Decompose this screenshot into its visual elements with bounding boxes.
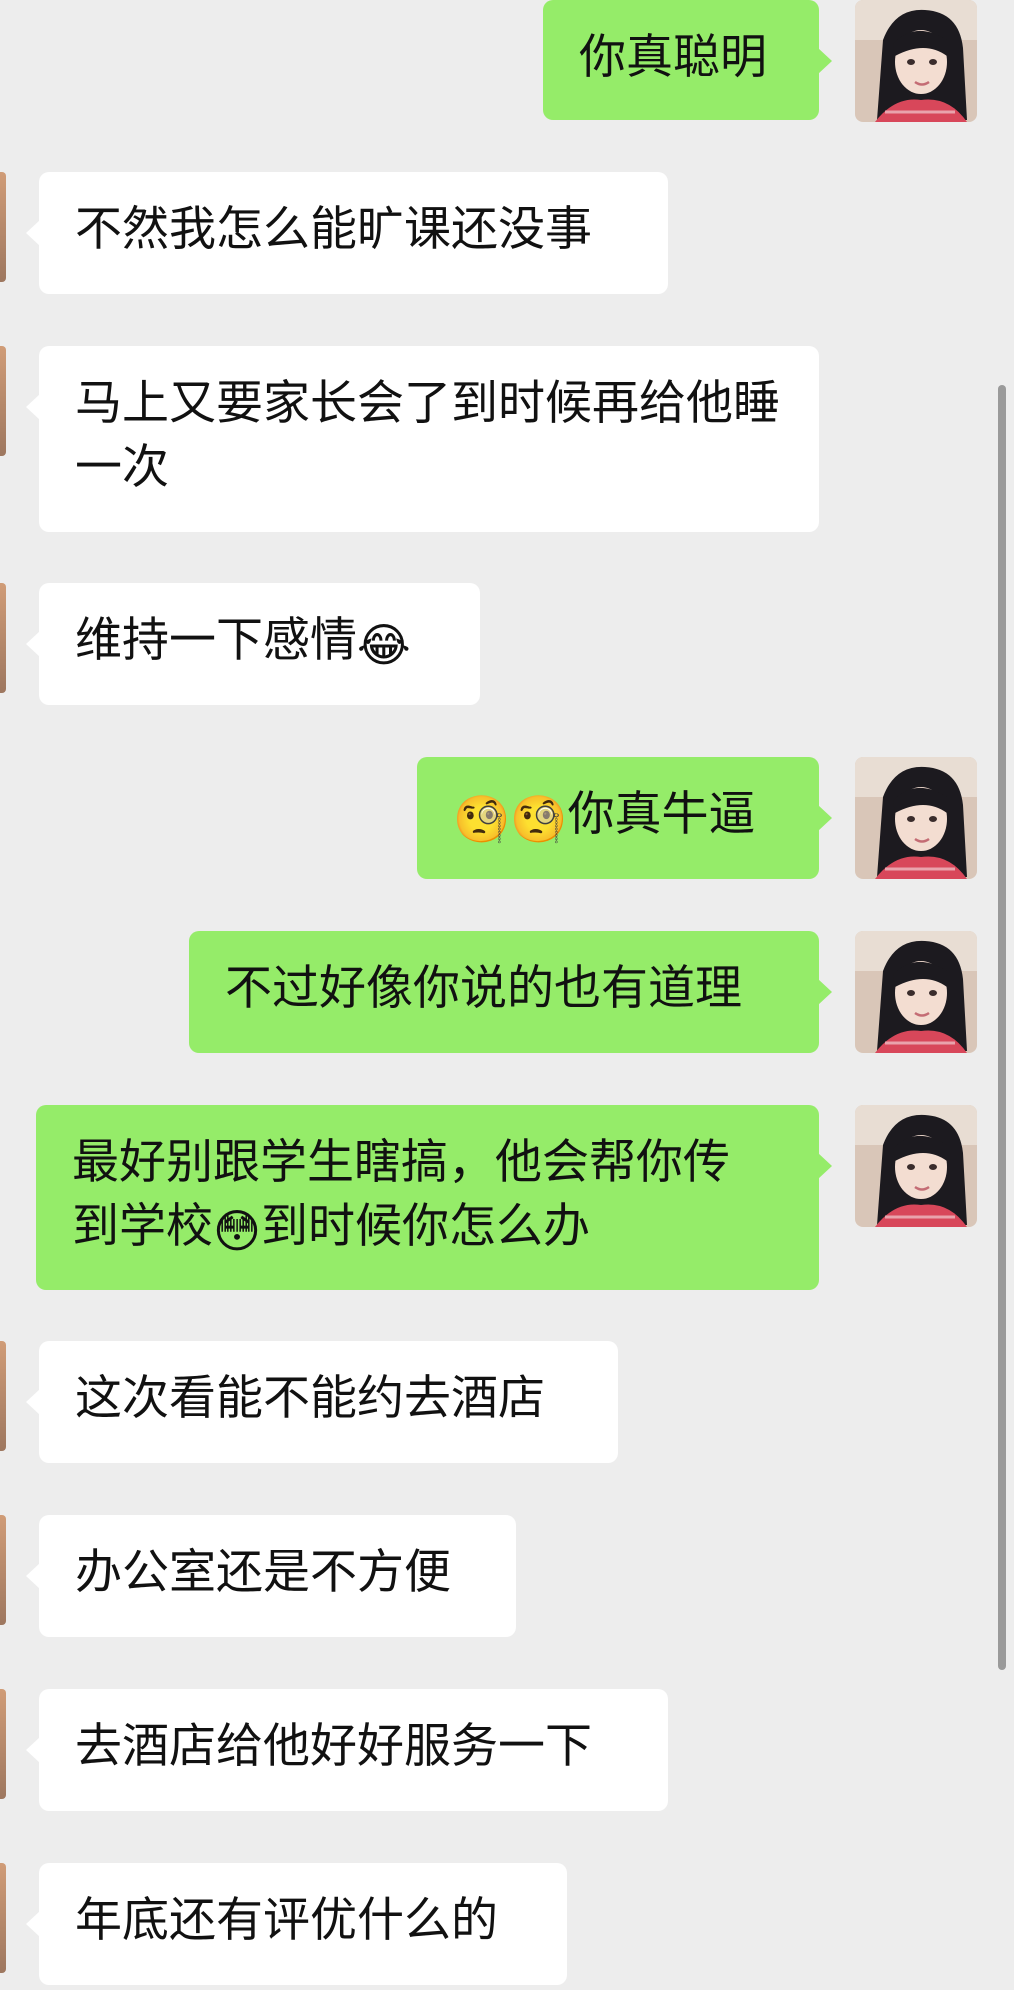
message-bubble-incoming[interactable]: 维持一下感情😂	[26, 583, 480, 705]
message-text: 不然我怎么能旷课还没事	[75, 202, 592, 257]
contact-avatar[interactable]	[0, 172, 6, 282]
message-text: 你真聪明	[579, 30, 767, 85]
message-bubble-incoming[interactable]: 去酒店给他好好服务一下	[26, 1689, 668, 1811]
contact-avatar[interactable]	[0, 1689, 6, 1799]
girl-avatar-icon	[855, 1105, 977, 1227]
message-text: 这次看能不能约去酒店	[75, 1371, 545, 1426]
message-text-line2: 到学校😳到时候你怎么办	[72, 1195, 783, 1259]
message-text: 到时候你怎么办	[260, 1199, 590, 1254]
message-text: 最好别跟学生瞎搞，他会帮你传	[72, 1135, 730, 1190]
sender-avatar[interactable]	[855, 1105, 977, 1227]
sender-avatar[interactable]	[855, 931, 977, 1053]
girl-avatar-icon	[855, 757, 977, 879]
message-bubble-incoming[interactable]: 年底还有评优什么的	[26, 1863, 567, 1985]
girl-avatar-icon	[855, 931, 977, 1053]
flushed-face-emoji: 😳	[213, 1204, 261, 1258]
message-bubble-incoming[interactable]: 这次看能不能约去酒店	[26, 1341, 618, 1463]
message-bubble-outgoing[interactable]: 最好别跟学生瞎搞，他会帮你传 到学校😳到时候你怎么办	[36, 1105, 832, 1290]
monocle-emoji: 🧐🧐	[453, 792, 568, 846]
chat-message-list[interactable]: 你真聪明 不然我怎么能旷课还没事 马上又要家长会了到时候再给他睡一次 维持一下感…	[0, 0, 1014, 1990]
message-text: 去酒店给他好好服务一下	[75, 1719, 592, 1774]
scrollbar[interactable]	[998, 385, 1006, 1670]
contact-avatar[interactable]	[0, 583, 6, 693]
message-text: 不过好像你说的也有道理	[225, 961, 742, 1016]
message-text: 到学校	[72, 1199, 213, 1254]
sender-avatar[interactable]	[855, 757, 977, 879]
message-text: 年底还有评优什么的	[75, 1893, 498, 1948]
message-bubble-incoming[interactable]: 不然我怎么能旷课还没事	[26, 172, 668, 294]
message-bubble-outgoing[interactable]: 你真聪明	[543, 0, 832, 120]
message-text: 马上又要家长会了到时候再给他睡一次	[75, 376, 780, 495]
message-bubble-incoming[interactable]: 办公室还是不方便	[26, 1515, 516, 1637]
message-text: 你真牛逼	[567, 787, 756, 842]
contact-avatar[interactable]	[0, 1863, 6, 1973]
message-bubble-outgoing[interactable]: 不过好像你说的也有道理	[189, 931, 832, 1053]
sender-avatar[interactable]	[855, 0, 977, 122]
message-text: 办公室还是不方便	[75, 1545, 451, 1600]
message-text: 维持一下感情	[75, 613, 357, 668]
contact-avatar[interactable]	[0, 346, 6, 456]
message-bubble-incoming[interactable]: 马上又要家长会了到时候再给他睡一次	[26, 346, 819, 532]
message-bubble-outgoing[interactable]: 🧐🧐你真牛逼	[417, 757, 832, 879]
contact-avatar[interactable]	[0, 1515, 6, 1625]
contact-avatar[interactable]	[0, 1341, 6, 1451]
girl-avatar-icon	[855, 0, 977, 122]
tears-of-joy-emoji: 😂	[357, 618, 411, 672]
